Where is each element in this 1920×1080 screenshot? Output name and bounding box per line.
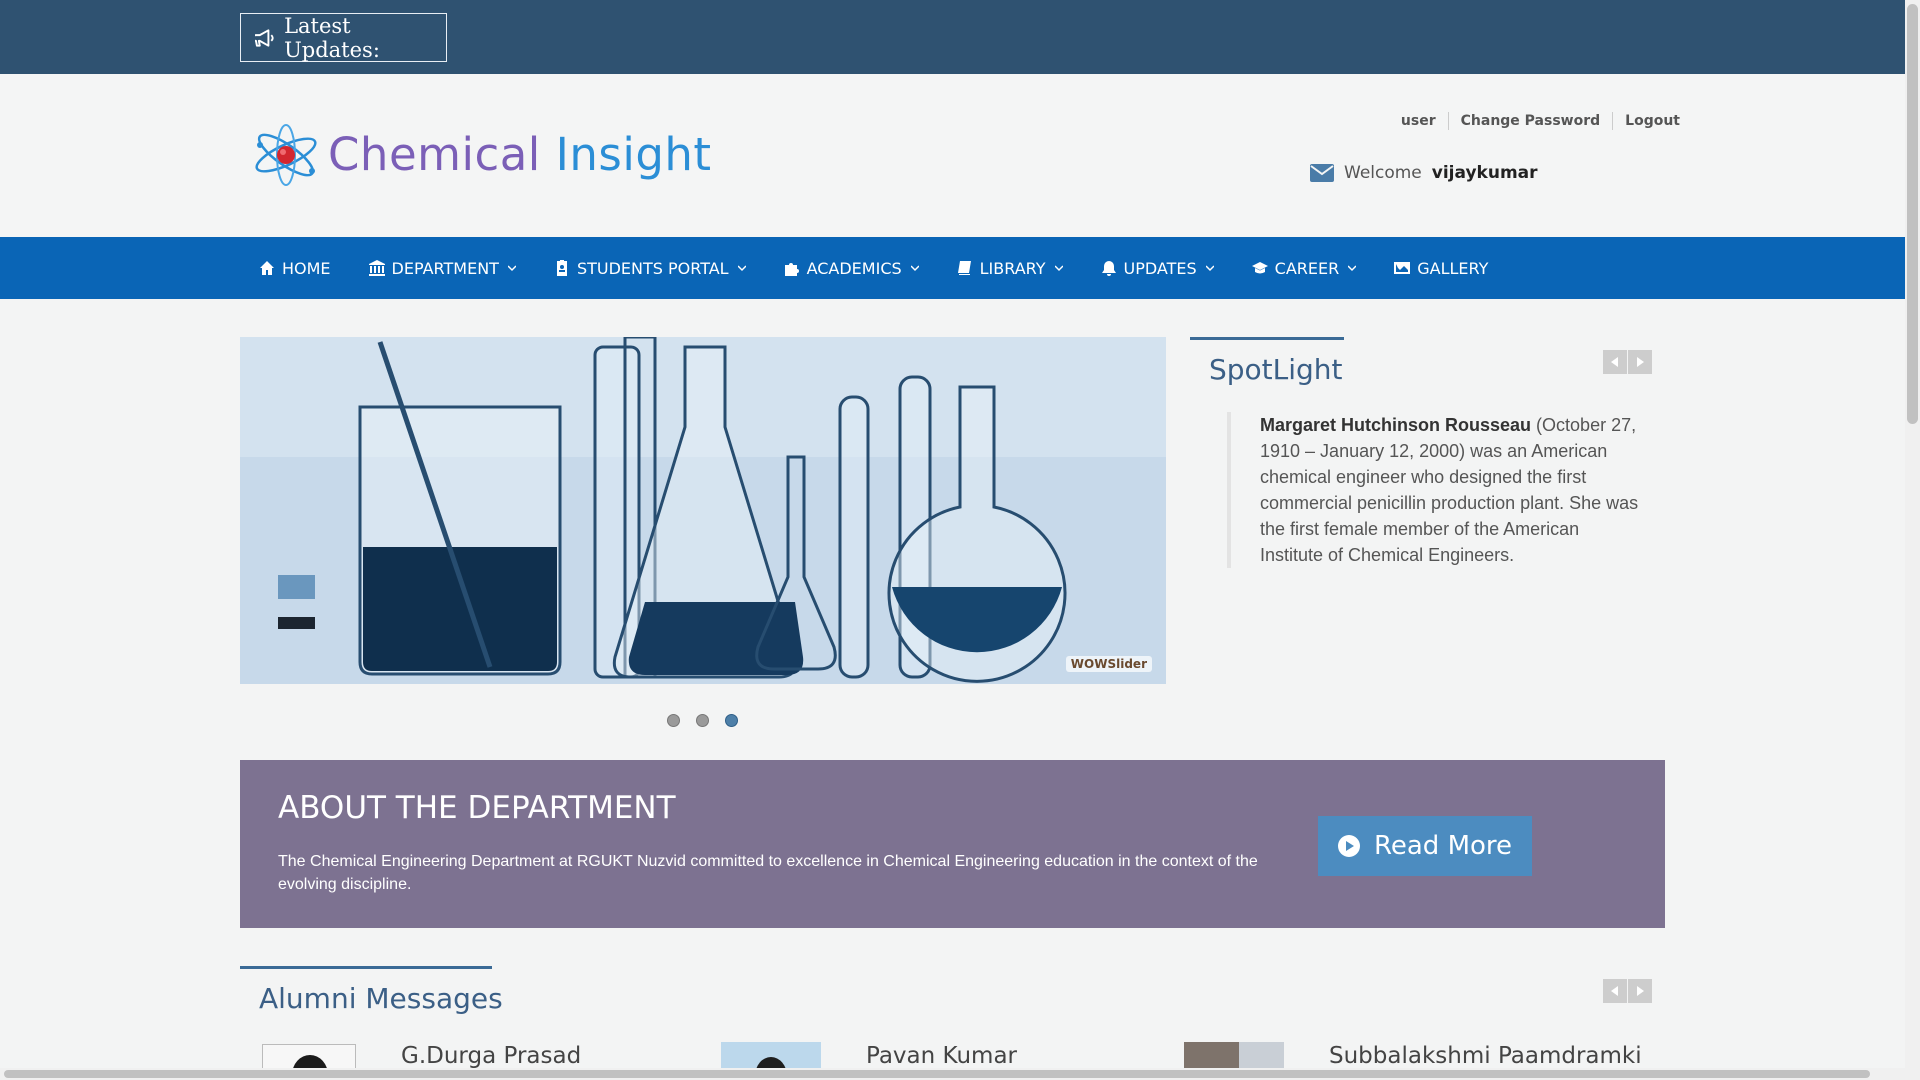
chevron-right-icon xyxy=(1637,357,1644,367)
chevron-left-icon xyxy=(1611,986,1618,996)
chevron-down-icon xyxy=(1054,265,1063,272)
site-logo[interactable]: Chemical Insight xyxy=(246,115,712,193)
envelope-icon xyxy=(1310,164,1334,182)
slider-dots xyxy=(667,714,738,727)
nav-item-students-portal[interactable]: STUDENTS PORTAL xyxy=(535,237,765,299)
nav-label-updates: UPDATES xyxy=(1123,258,1197,278)
spotlight-quote: Margaret Hutchinson Rousseau (October 27… xyxy=(1227,412,1643,568)
home-icon xyxy=(260,261,274,275)
slider-dot-1[interactable] xyxy=(667,714,680,727)
spotlight-arrows xyxy=(1603,350,1652,374)
alumni-prev-button[interactable] xyxy=(1603,979,1627,1003)
logo-word-2: Insight xyxy=(555,127,712,181)
vertical-scrollbar-thumb[interactable] xyxy=(1907,4,1918,424)
chevron-down-icon xyxy=(1348,265,1357,272)
welcome-message: Welcome vijaykumar xyxy=(1310,163,1538,183)
read-more-button[interactable]: Read More xyxy=(1318,816,1532,876)
spotlight-title-rule xyxy=(1190,337,1344,340)
book-icon xyxy=(957,261,971,275)
nav-label-academics: ACADEMICS xyxy=(806,258,902,278)
nav-item-career[interactable]: CAREER xyxy=(1233,237,1376,299)
read-more-label: Read More xyxy=(1373,831,1513,861)
bell-icon xyxy=(1101,261,1116,276)
alumni-name: G.Durga Prasad xyxy=(401,1043,582,1069)
chevron-down-icon xyxy=(1205,265,1214,272)
latest-updates-label: Latest Updates: xyxy=(284,13,380,62)
alumni-arrows xyxy=(1603,979,1652,1003)
chevron-left-icon xyxy=(1611,357,1618,367)
chevron-down-icon xyxy=(910,265,919,272)
spotlight-text: (October 27, 1910 – January 12, 2000) wa… xyxy=(1260,415,1639,565)
alumni-name: Subbalakshmi Paamdramki xyxy=(1329,1043,1642,1069)
slider-caption-bar xyxy=(278,617,315,629)
play-circle-icon xyxy=(1337,835,1360,857)
vertical-scrollbar[interactable] xyxy=(1905,0,1920,1080)
horizontal-scrollbar-thumb[interactable] xyxy=(4,1070,1870,1078)
wowslider-watermark: WOWSlider xyxy=(1065,656,1152,672)
bank-icon xyxy=(368,260,385,276)
graduation-cap-icon xyxy=(1251,262,1268,274)
logout-link[interactable]: Logout xyxy=(1612,112,1680,130)
spotlight-prev-button[interactable] xyxy=(1603,350,1627,374)
slider-dot-2[interactable] xyxy=(696,714,709,727)
nav-label-gallery: GALLERY xyxy=(1417,258,1489,278)
logo-word-1: Chemical xyxy=(328,127,541,181)
welcome-username: vijaykumar xyxy=(1431,163,1538,183)
horizontal-scrollbar[interactable] xyxy=(0,1068,1905,1080)
slider-caption-box xyxy=(278,575,315,599)
id-card-icon xyxy=(556,260,567,276)
top-bar: Latest Updates: xyxy=(0,0,1905,74)
nav-label-students-portal: STUDENTS PORTAL xyxy=(576,258,729,278)
lab-glassware-image xyxy=(240,337,1166,684)
about-department-section: ABOUT THE DEPARTMENT The Chemical Engine… xyxy=(240,760,1665,928)
nav-item-gallery[interactable]: GALLERY xyxy=(1375,237,1507,299)
about-text: The Chemical Engineering Department at R… xyxy=(278,853,1258,893)
spotlight-next-button[interactable] xyxy=(1628,350,1652,374)
chevron-down-icon xyxy=(737,265,746,272)
nav-item-updates[interactable]: UPDATES xyxy=(1082,237,1233,299)
about-title: ABOUT THE DEPARTMENT xyxy=(278,790,676,826)
user-link[interactable]: user xyxy=(1389,112,1448,130)
image-icon xyxy=(1394,262,1411,274)
nav-label-library: LIBRARY xyxy=(979,258,1046,278)
puzzle-icon xyxy=(784,263,799,276)
image-slider[interactable]: WOWSlider xyxy=(240,337,1166,684)
nav-item-home[interactable]: HOME xyxy=(240,237,350,299)
alumni-messages-section: Alumni Messages G.Durga Prasad Pavan Kum… xyxy=(240,966,1665,1080)
main-nav: HOME DEPARTMENT STUDENTS PORTAL ACADEMIC… xyxy=(0,237,1905,299)
alumni-title: Alumni Messages xyxy=(259,982,503,1015)
alumni-title-rule xyxy=(240,966,492,969)
nav-label-career: CAREER xyxy=(1274,258,1340,278)
latest-updates-button[interactable]: Latest Updates: xyxy=(240,13,447,62)
spotlight-title: SpotLight xyxy=(1209,353,1343,386)
alumni-next-button[interactable] xyxy=(1628,979,1652,1003)
logo-text: Chemical Insight xyxy=(328,128,712,181)
atom-logo-icon xyxy=(255,124,317,186)
welcome-text: Welcome xyxy=(1344,163,1422,183)
alumni-name: Pavan Kumar xyxy=(866,1043,1017,1069)
nav-label-home: HOME xyxy=(282,258,331,278)
spotlight-name: Margaret Hutchinson Rousseau xyxy=(1260,415,1532,435)
nav-item-academics[interactable]: ACADEMICS xyxy=(765,237,938,299)
change-password-link[interactable]: Change Password xyxy=(1447,112,1613,130)
chevron-down-icon xyxy=(507,265,516,272)
nav-item-library[interactable]: LIBRARY xyxy=(938,237,1082,299)
user-links: user Change Password Logout xyxy=(1389,112,1680,130)
chevron-right-icon xyxy=(1637,986,1644,996)
megaphone-icon xyxy=(255,28,274,47)
slider-dot-3-active[interactable] xyxy=(725,714,738,727)
spotlight-panel: SpotLight Margaret Hutchinson Rousseau (… xyxy=(1190,337,1664,677)
nav-label-department: DEPARTMENT xyxy=(391,258,499,278)
nav-item-department[interactable]: DEPARTMENT xyxy=(350,237,535,299)
